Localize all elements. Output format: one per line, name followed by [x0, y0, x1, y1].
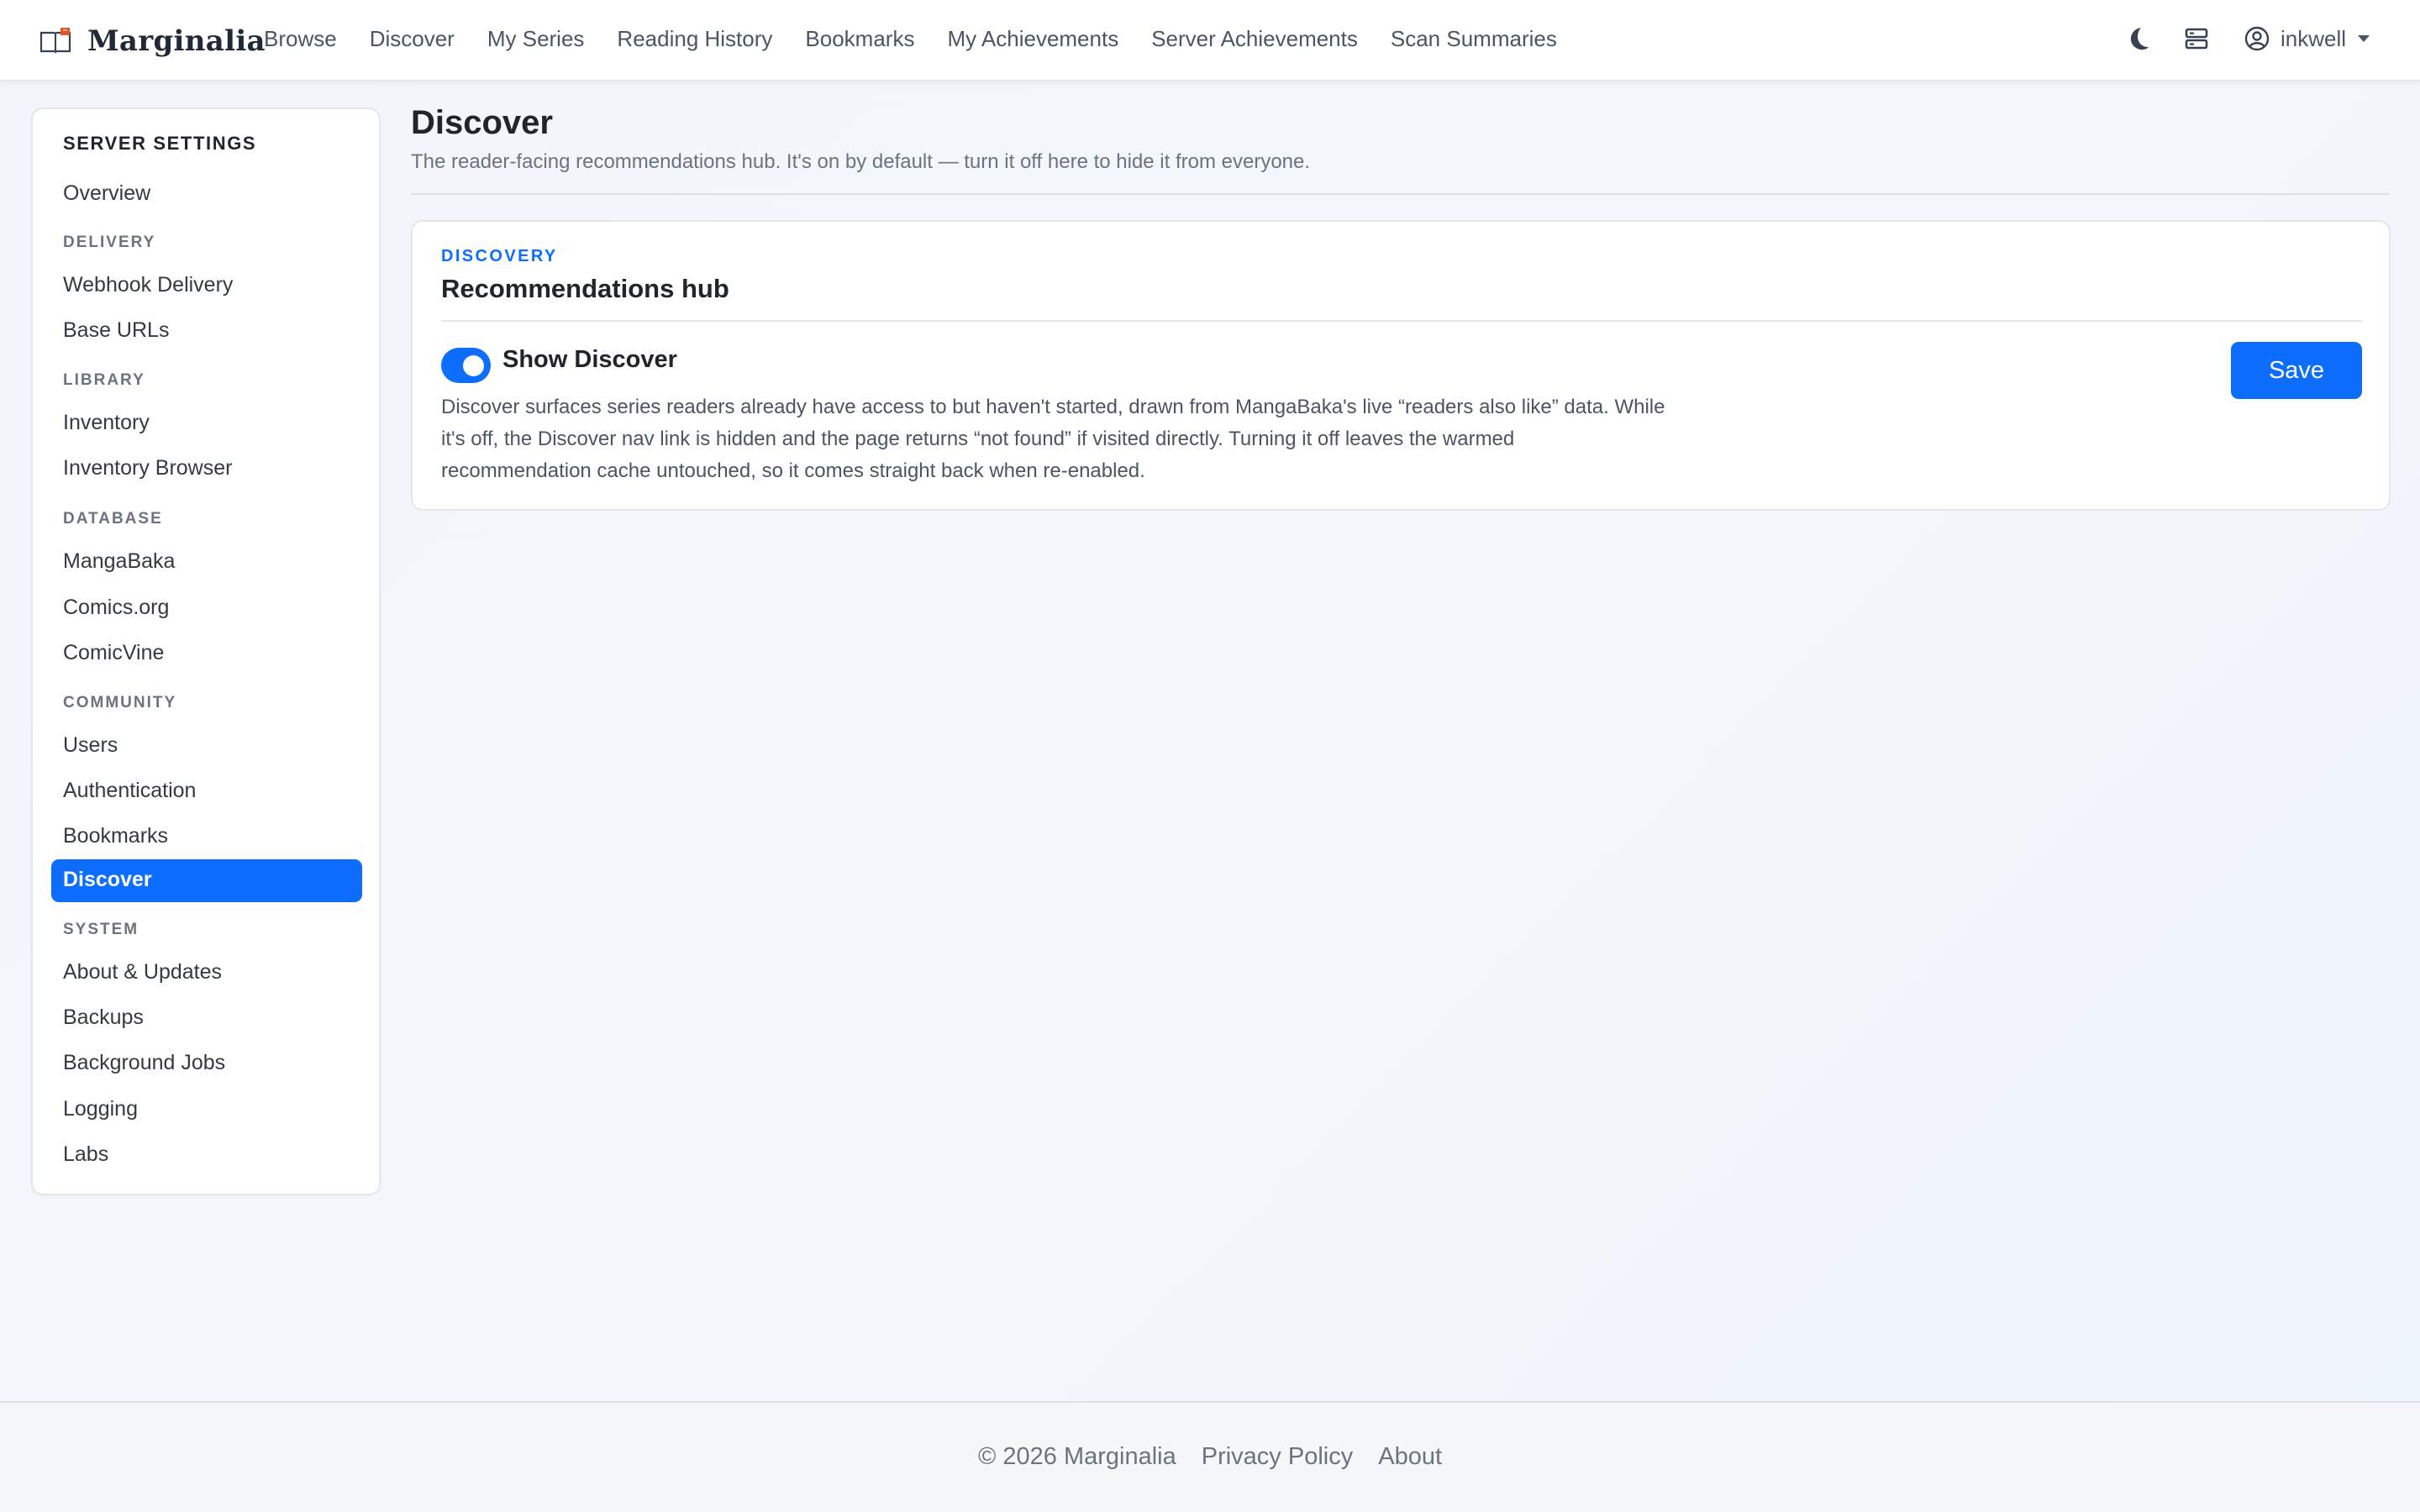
user-circle-icon — [2242, 24, 2272, 54]
footer: © 2026 Marginalia Privacy Policy About — [0, 1401, 2420, 1512]
footer-link-about[interactable]: About — [1378, 1443, 1442, 1471]
sidebar-item-authentication[interactable]: Authentication — [63, 779, 196, 803]
divider — [441, 320, 2362, 322]
main-nav: Browse Discover My Series Reading Histor… — [264, 0, 1557, 77]
sidebar-item-labs[interactable]: Labs — [63, 1142, 108, 1167]
brand-name: Marginalia — [87, 24, 266, 58]
nav-link-scan-summaries[interactable]: Scan Summaries — [1391, 26, 1557, 52]
sidebar-item-base-urls[interactable]: Base URLs — [63, 318, 169, 343]
page-subtitle: The reader-facing recommendations hub. I… — [411, 150, 1311, 173]
sidebar-item-comics-org[interactable]: Comics.org — [63, 596, 169, 620]
show-discover-description: Discover surfaces series readers already… — [441, 396, 1665, 482]
show-discover-label[interactable]: Show Discover — [502, 346, 677, 374]
nav-link-my-series[interactable]: My Series — [487, 26, 585, 52]
sidebar-item-webhook-delivery[interactable]: Webhook Delivery — [63, 273, 233, 297]
nav-link-reading-history[interactable]: Reading History — [617, 26, 772, 52]
settings-card: DISCOVERY Recommendations hub Show Disco… — [411, 220, 2391, 511]
sidebar-item-about-updates[interactable]: About & Updates — [63, 960, 222, 984]
sidebar-item-users[interactable]: Users — [63, 733, 118, 758]
nav-link-server-achievements[interactable]: Server Achievements — [1151, 26, 1358, 52]
username: inkwell — [2280, 25, 2346, 51]
sidebar-item-background-jobs[interactable]: Background Jobs — [63, 1051, 225, 1075]
sidebar-item-comicvine[interactable]: ComicVine — [63, 641, 164, 665]
settings-sidebar: SERVER SETTINGS Overview DELIVERY Webhoo… — [31, 108, 381, 1195]
sidebar-item-bookmarks[interactable]: Bookmarks — [63, 824, 168, 848]
sidebar-heading-delivery: DELIVERY — [63, 234, 156, 251]
nav-link-bookmarks[interactable]: Bookmarks — [805, 26, 914, 52]
footer-copyright: © 2026 Marginalia — [977, 1442, 1176, 1470]
toggle-knob — [463, 355, 484, 376]
caret-down-icon — [2358, 35, 2370, 42]
open-book-icon — [39, 24, 72, 58]
sidebar-heading-system: SYSTEM — [63, 921, 139, 938]
brand[interactable]: Marginalia — [39, 20, 266, 62]
nav-link-my-achievements[interactable]: My Achievements — [947, 26, 1118, 52]
sidebar-heading-community: COMMUNITY — [63, 694, 177, 711]
sidebar-title: SERVER SETTINGS — [63, 133, 257, 154]
user-menu[interactable]: inkwell — [2242, 24, 2370, 54]
sidebar-item-label: Discover — [63, 868, 152, 891]
server-icon[interactable] — [2181, 24, 2212, 54]
footer-link-privacy-policy[interactable]: Privacy Policy — [1202, 1443, 1354, 1471]
sidebar-item-inventory-browser[interactable]: Inventory Browser — [63, 456, 232, 480]
sidebar-item-backups[interactable]: Backups — [63, 1005, 144, 1030]
nav-link-discover[interactable]: Discover — [370, 26, 455, 52]
sidebar-item-logging[interactable]: Logging — [63, 1097, 138, 1121]
page-title: Discover — [411, 104, 553, 141]
sidebar-heading-library: LIBRARY — [63, 371, 145, 389]
moon-icon[interactable] — [2123, 24, 2153, 54]
sidebar-heading-database: DATABASE — [63, 510, 163, 528]
nav-right: inkwell — [2123, 0, 2370, 77]
card-kicker: DISCOVERY — [441, 247, 558, 265]
divider — [411, 193, 2390, 195]
save-button[interactable]: Save — [2231, 342, 2362, 399]
sidebar-item-discover-active[interactable]: Discover — [51, 859, 362, 902]
sidebar-item-inventory[interactable]: Inventory — [63, 411, 150, 435]
show-discover-toggle[interactable] — [441, 348, 491, 383]
top-navbar: Marginalia Browse Discover My Series Rea… — [0, 0, 2420, 81]
card-title: Recommendations hub — [441, 274, 729, 303]
sidebar-item-overview[interactable]: Overview — [63, 181, 150, 206]
nav-link-browse[interactable]: Browse — [264, 26, 337, 52]
sidebar-item-mangabaka[interactable]: MangaBaka — [63, 549, 175, 574]
